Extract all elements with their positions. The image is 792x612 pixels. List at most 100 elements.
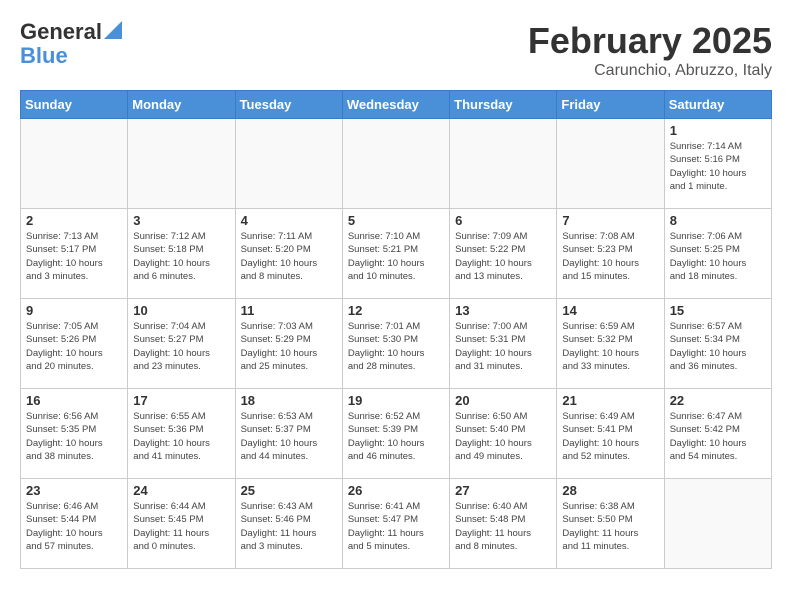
- day-info: Sunrise: 7:03 AM Sunset: 5:29 PM Dayligh…: [241, 320, 337, 373]
- calendar-cell: 1 Sunrise: 7:14 AM Sunset: 5:16 PM Daylig…: [664, 119, 771, 209]
- calendar-cell: 17 Sunrise: 6:55 AM Sunset: 5:36 PM Dayli…: [128, 389, 235, 479]
- day-number: 11: [241, 303, 337, 318]
- day-number: 14: [562, 303, 658, 318]
- calendar-cell: [21, 119, 128, 209]
- day-number: 15: [670, 303, 766, 318]
- day-number: 8: [670, 213, 766, 228]
- day-number: 7: [562, 213, 658, 228]
- weekday-header-saturday: Saturday: [664, 91, 771, 119]
- calendar-cell: 21 Sunrise: 6:49 AM Sunset: 5:41 PM Dayli…: [557, 389, 664, 479]
- calendar-cell: 18 Sunrise: 6:53 AM Sunset: 5:37 PM Dayli…: [235, 389, 342, 479]
- week-row-4: 16 Sunrise: 6:56 AM Sunset: 5:35 PM Dayli…: [21, 389, 772, 479]
- weekday-header-sunday: Sunday: [21, 91, 128, 119]
- calendar-cell: 24 Sunrise: 6:44 AM Sunset: 5:45 PM Dayli…: [128, 479, 235, 569]
- day-number: 1: [670, 123, 766, 138]
- calendar-cell: 15 Sunrise: 6:57 AM Sunset: 5:34 PM Dayli…: [664, 299, 771, 389]
- calendar-cell: 11 Sunrise: 7:03 AM Sunset: 5:29 PM Dayli…: [235, 299, 342, 389]
- calendar-table: SundayMondayTuesdayWednesdayThursdayFrid…: [20, 90, 772, 569]
- day-info: Sunrise: 6:41 AM Sunset: 5:47 PM Dayligh…: [348, 500, 444, 553]
- day-number: 18: [241, 393, 337, 408]
- day-info: Sunrise: 7:04 AM Sunset: 5:27 PM Dayligh…: [133, 320, 229, 373]
- day-info: Sunrise: 7:10 AM Sunset: 5:21 PM Dayligh…: [348, 230, 444, 283]
- day-number: 19: [348, 393, 444, 408]
- day-info: Sunrise: 7:12 AM Sunset: 5:18 PM Dayligh…: [133, 230, 229, 283]
- day-number: 10: [133, 303, 229, 318]
- calendar-cell: 9 Sunrise: 7:05 AM Sunset: 5:26 PM Daylig…: [21, 299, 128, 389]
- day-info: Sunrise: 7:01 AM Sunset: 5:30 PM Dayligh…: [348, 320, 444, 373]
- day-number: 28: [562, 483, 658, 498]
- day-number: 9: [26, 303, 122, 318]
- weekday-header-monday: Monday: [128, 91, 235, 119]
- calendar-cell: 19 Sunrise: 6:52 AM Sunset: 5:39 PM Dayli…: [342, 389, 449, 479]
- day-number: 21: [562, 393, 658, 408]
- day-number: 13: [455, 303, 551, 318]
- calendar-cell: 25 Sunrise: 6:43 AM Sunset: 5:46 PM Dayli…: [235, 479, 342, 569]
- day-number: 12: [348, 303, 444, 318]
- day-info: Sunrise: 6:47 AM Sunset: 5:42 PM Dayligh…: [670, 410, 766, 463]
- day-info: Sunrise: 7:06 AM Sunset: 5:25 PM Dayligh…: [670, 230, 766, 283]
- day-number: 5: [348, 213, 444, 228]
- day-info: Sunrise: 6:40 AM Sunset: 5:48 PM Dayligh…: [455, 500, 551, 553]
- calendar-cell: 12 Sunrise: 7:01 AM Sunset: 5:30 PM Dayli…: [342, 299, 449, 389]
- calendar-cell: [450, 119, 557, 209]
- day-info: Sunrise: 6:49 AM Sunset: 5:41 PM Dayligh…: [562, 410, 658, 463]
- day-info: Sunrise: 6:57 AM Sunset: 5:34 PM Dayligh…: [670, 320, 766, 373]
- day-info: Sunrise: 6:55 AM Sunset: 5:36 PM Dayligh…: [133, 410, 229, 463]
- calendar-cell: 27 Sunrise: 6:40 AM Sunset: 5:48 PM Dayli…: [450, 479, 557, 569]
- calendar-cell: 2Sunrise: 7:13 AM Sunset: 5:17 PM Daylig…: [21, 209, 128, 299]
- day-number: 20: [455, 393, 551, 408]
- calendar-cell: [235, 119, 342, 209]
- month-title: February 2025: [528, 20, 772, 62]
- calendar-cell: 5 Sunrise: 7:10 AM Sunset: 5:21 PM Daylig…: [342, 209, 449, 299]
- calendar-cell: 3 Sunrise: 7:12 AM Sunset: 5:18 PM Daylig…: [128, 209, 235, 299]
- calendar-header-row: SundayMondayTuesdayWednesdayThursdayFrid…: [21, 91, 772, 119]
- day-info: Sunrise: 6:59 AM Sunset: 5:32 PM Dayligh…: [562, 320, 658, 373]
- day-number: 4: [241, 213, 337, 228]
- day-number: 22: [670, 393, 766, 408]
- title-block: February 2025 Carunchio, Abruzzo, Italy: [528, 20, 772, 80]
- logo-general: General: [20, 20, 102, 44]
- day-info: Sunrise: 6:50 AM Sunset: 5:40 PM Dayligh…: [455, 410, 551, 463]
- day-info: Sunrise: 7:09 AM Sunset: 5:22 PM Dayligh…: [455, 230, 551, 283]
- logo: General Blue: [20, 20, 122, 68]
- day-number: 3: [133, 213, 229, 228]
- calendar-cell: [557, 119, 664, 209]
- week-row-1: 1 Sunrise: 7:14 AM Sunset: 5:16 PM Daylig…: [21, 119, 772, 209]
- calendar-cell: 6 Sunrise: 7:09 AM Sunset: 5:22 PM Daylig…: [450, 209, 557, 299]
- day-info: Sunrise: 6:44 AM Sunset: 5:45 PM Dayligh…: [133, 500, 229, 553]
- calendar-cell: 22 Sunrise: 6:47 AM Sunset: 5:42 PM Dayli…: [664, 389, 771, 479]
- week-row-3: 9 Sunrise: 7:05 AM Sunset: 5:26 PM Daylig…: [21, 299, 772, 389]
- day-info: Sunrise: 7:05 AM Sunset: 5:26 PM Dayligh…: [26, 320, 122, 373]
- location-title: Carunchio, Abruzzo, Italy: [528, 62, 772, 80]
- day-info: Sunrise: 7:11 AM Sunset: 5:20 PM Dayligh…: [241, 230, 337, 283]
- calendar-cell: 16 Sunrise: 6:56 AM Sunset: 5:35 PM Dayli…: [21, 389, 128, 479]
- day-info: Sunrise: 7:14 AM Sunset: 5:16 PM Dayligh…: [670, 140, 766, 193]
- weekday-header-wednesday: Wednesday: [342, 91, 449, 119]
- day-info: Sunrise: 7:08 AM Sunset: 5:23 PM Dayligh…: [562, 230, 658, 283]
- day-info: Sunrise: 6:38 AM Sunset: 5:50 PM Dayligh…: [562, 500, 658, 553]
- day-number: 27: [455, 483, 551, 498]
- calendar-cell: 26Sunrise: 6:41 AM Sunset: 5:47 PM Dayli…: [342, 479, 449, 569]
- day-number: 24: [133, 483, 229, 498]
- day-info: Sunrise: 6:56 AM Sunset: 5:35 PM Dayligh…: [26, 410, 122, 463]
- weekday-header-friday: Friday: [557, 91, 664, 119]
- calendar-cell: 20 Sunrise: 6:50 AM Sunset: 5:40 PM Dayli…: [450, 389, 557, 479]
- weekday-header-tuesday: Tuesday: [235, 91, 342, 119]
- day-info: Sunrise: 7:13 AM Sunset: 5:17 PM Dayligh…: [26, 230, 122, 283]
- day-info: Sunrise: 6:53 AM Sunset: 5:37 PM Dayligh…: [241, 410, 337, 463]
- day-number: 17: [133, 393, 229, 408]
- day-info: Sunrise: 6:46 AM Sunset: 5:44 PM Dayligh…: [26, 500, 122, 553]
- calendar-cell: 8 Sunrise: 7:06 AM Sunset: 5:25 PM Daylig…: [664, 209, 771, 299]
- day-info: Sunrise: 6:52 AM Sunset: 5:39 PM Dayligh…: [348, 410, 444, 463]
- day-info: Sunrise: 6:43 AM Sunset: 5:46 PM Dayligh…: [241, 500, 337, 553]
- day-info: Sunrise: 7:00 AM Sunset: 5:31 PM Dayligh…: [455, 320, 551, 373]
- calendar-cell: [664, 479, 771, 569]
- day-number: 6: [455, 213, 551, 228]
- calendar-cell: 23Sunrise: 6:46 AM Sunset: 5:44 PM Dayli…: [21, 479, 128, 569]
- week-row-2: 2Sunrise: 7:13 AM Sunset: 5:17 PM Daylig…: [21, 209, 772, 299]
- day-number: 25: [241, 483, 337, 498]
- calendar-cell: 4 Sunrise: 7:11 AM Sunset: 5:20 PM Daylig…: [235, 209, 342, 299]
- day-number: 16: [26, 393, 122, 408]
- week-row-5: 23Sunrise: 6:46 AM Sunset: 5:44 PM Dayli…: [21, 479, 772, 569]
- calendar-cell: 28 Sunrise: 6:38 AM Sunset: 5:50 PM Dayli…: [557, 479, 664, 569]
